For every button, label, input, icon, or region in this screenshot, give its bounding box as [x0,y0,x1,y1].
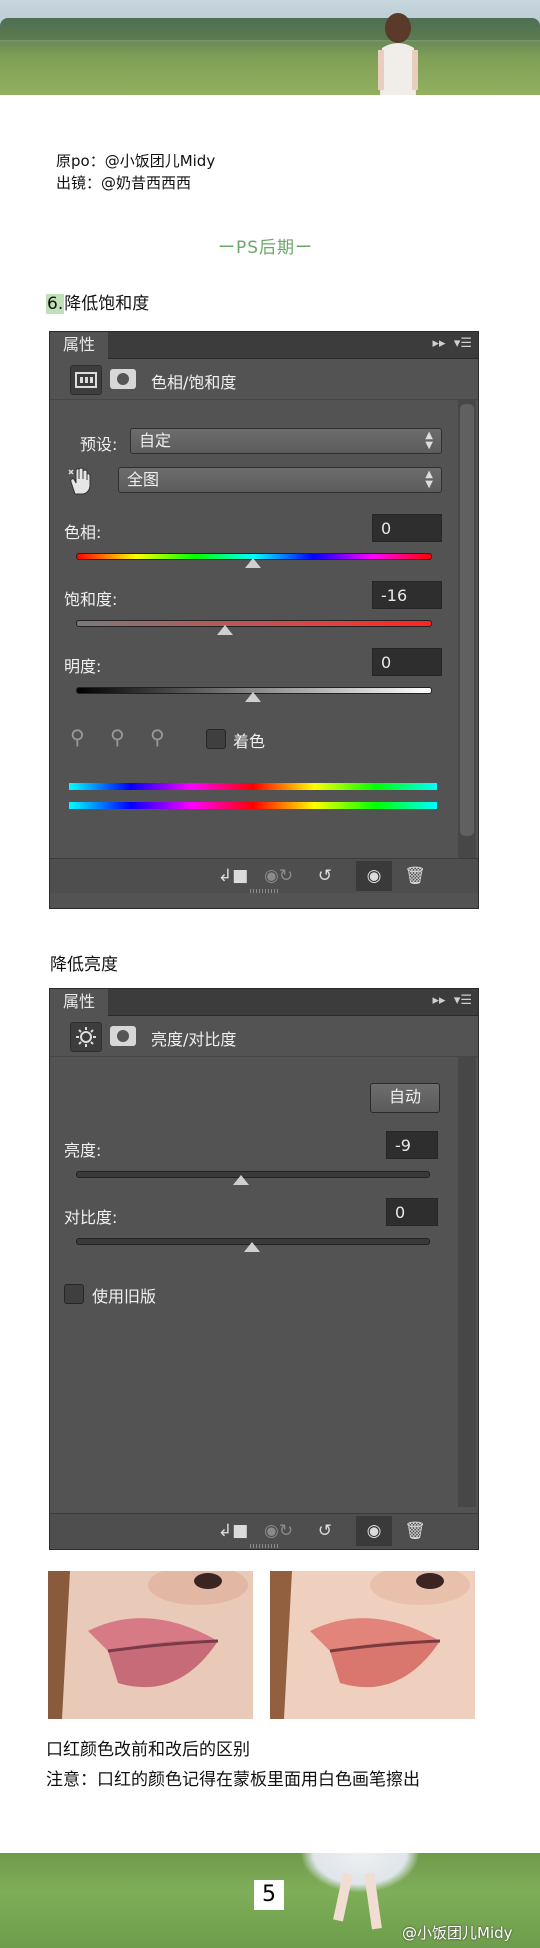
brightness-heading: 降低亮度 [50,955,118,975]
input-color-bar [69,783,437,790]
resize-grabber[interactable] [250,889,278,893]
brightness-icon[interactable] [70,1022,102,1052]
eyedropper-minus-icon[interactable]: ⚲ [150,725,165,749]
girl-figure-image [378,13,418,95]
section-title: ーPS后期ー [218,238,314,258]
contrast-value-field[interactable]: 0 [386,1198,438,1226]
clip-to-layer-icon[interactable]: ↲■ [218,1520,248,1542]
contrast-label: 对比度: [64,1208,118,1227]
panel-footer: ↲■ ◉↻ ↺ ◉ 🗑 [50,1513,478,1548]
panel-tab-bar: 属性 ▸▸ ▾☰ [50,332,478,359]
mask-icon[interactable] [110,1026,136,1046]
hand-target-icon[interactable] [67,466,95,496]
panel-scrollbar[interactable] [458,400,476,870]
panel-footer: ↲■ ◉↻ ↺ ◉ 🗑 [50,858,478,893]
use-legacy-label: 使用旧版 [92,1287,157,1306]
reset-icon[interactable]: ↺ [312,865,338,887]
skirt-figure [300,1853,420,1893]
comparison-caption: 口红颜色改前和改后的区别 [46,1740,250,1760]
channel-value: 全图 [127,470,160,489]
colorize-checkbox[interactable] [206,729,226,749]
panel-header: 亮度/对比度 [50,1016,478,1057]
preset-select[interactable]: 自定 ▲ ▼ [130,428,442,454]
hue-saturation-panel: 属性 ▸▸ ▾☰ 色相/饱和度 预设: 自定 ▲ ▼ 全图 ▲ ▼ 色相: 0 饱和… [49,331,479,909]
top-banner-photo [0,0,540,95]
saturation-slider-track[interactable] [76,620,432,627]
eyedropper-plus-icon[interactable]: ⚲ [110,725,125,749]
lightness-label: 明度: [64,657,102,676]
preset-label: 预设: [80,435,118,454]
visibility-icon[interactable]: ◉ [356,1516,392,1546]
auto-button[interactable]: 自动 [370,1083,440,1113]
lips-before-photo [48,1571,253,1719]
use-legacy-checkbox[interactable] [64,1284,84,1304]
trash-icon[interactable]: 🗑 [402,865,428,887]
output-color-bar [69,802,437,809]
panel-title: 色相/饱和度 [151,373,237,392]
select-arrows-icon: ▲ ▼ [425,430,433,451]
trash-icon[interactable]: 🗑 [402,1520,428,1542]
weibo-watermark: @小饭团儿Midy [402,1924,513,1942]
saturation-value-field[interactable]: -16 [372,581,442,609]
step-number: 6. [46,294,65,314]
select-arrows-icon: ▲ ▼ [425,469,433,490]
eyedropper-icon[interactable]: ⚲ [70,725,85,749]
hue-label: 色相: [64,523,102,542]
reset-icon[interactable]: ↺ [312,1520,338,1542]
view-previous-icon[interactable]: ◉↻ [264,1520,293,1542]
panel-scrollbar[interactable] [458,1057,476,1507]
channel-select[interactable]: 全图 ▲ ▼ [118,467,442,493]
brightness-label: 亮度: [64,1141,102,1160]
page-number: 5 [254,1880,284,1910]
hue-slider-thumb[interactable] [245,558,261,568]
panel-header: 色相/饱和度 [50,359,478,400]
step-text: 降低饱和度 [64,294,150,314]
preset-value: 自定 [139,431,172,450]
brightness-slider-thumb[interactable] [233,1175,250,1185]
visibility-icon[interactable]: ◉ [356,861,392,891]
clip-to-layer-icon[interactable]: ↲■ [218,865,248,887]
brightness-contrast-panel: 属性 ▸▸ ▾☰ 亮度/对比度 自动 亮度: -9 对比度: 0 使用旧版 ↲■… [49,988,479,1550]
properties-tab[interactable]: 属性 [50,332,108,359]
resize-grabber[interactable] [250,1544,278,1548]
step-6-heading: 6.降低饱和度 [46,289,149,314]
brightness-slider-track[interactable] [76,1171,430,1178]
lightness-slider-thumb[interactable] [245,692,261,702]
panel-menu-icon[interactable]: ▸▸ ▾☰ [433,336,473,351]
saturation-label: 饱和度: [64,590,118,609]
treeline [0,18,540,40]
view-previous-icon[interactable]: ◉↻ [264,865,293,887]
scrollbar-thumb[interactable] [460,404,474,836]
mask-icon[interactable] [110,369,136,389]
credit-model: 出镜：@奶昔西西西 [56,174,192,192]
saturation-slider-thumb[interactable] [216,625,233,635]
lightness-value-field[interactable]: 0 [372,648,442,676]
panel-tab-bar: 属性 ▸▸ ▾☰ [50,989,478,1016]
properties-tab[interactable]: 属性 [50,989,108,1016]
note-caption: 注意：口红的颜色记得在蒙板里面用白色画笔擦出 [46,1770,420,1790]
credit-original-poster: 原po：@小饭团儿Midy [56,152,216,170]
hue-value-field[interactable]: 0 [372,514,442,542]
adjustment-layer-icon[interactable] [70,365,102,395]
lips-after-photo [270,1571,475,1719]
panel-title: 亮度/对比度 [151,1030,237,1049]
contrast-slider-thumb[interactable] [244,1242,260,1252]
brightness-value-field[interactable]: -9 [386,1131,438,1159]
colorize-label: 着色 [233,732,266,751]
panel-menu-icon[interactable]: ▸▸ ▾☰ [433,993,473,1008]
